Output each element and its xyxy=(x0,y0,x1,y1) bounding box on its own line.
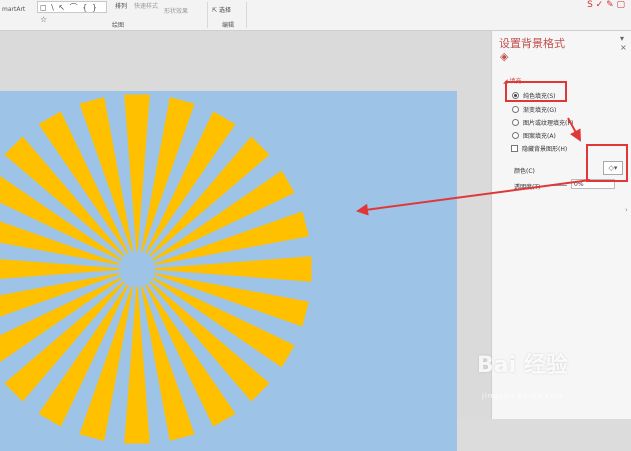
drawing-group-label: 绘图 xyxy=(112,22,125,29)
pattern-fill-label: 图案填充(A) xyxy=(523,133,556,140)
slide-workspace xyxy=(0,31,491,451)
baidu-watermark-url: jingyan.baidu.com xyxy=(482,392,564,400)
transparency-label: 透明度(T) xyxy=(514,184,541,191)
gradient-fill-option[interactable]: 渐变填充(G) xyxy=(512,105,556,114)
shapes-gallery[interactable]: ◻ \ ↖ ⌒ { } ☆ xyxy=(37,1,107,24)
highlight-solid-fill xyxy=(505,81,567,102)
hide-background-graphics-option[interactable]: 隐藏背景图形(H) xyxy=(511,144,567,153)
baidu-watermark: Bai 经验 xyxy=(477,353,568,378)
shape-effects-button[interactable]: 形状效果 xyxy=(164,6,188,15)
paint-bucket-icon[interactable]: ◈ xyxy=(500,50,508,63)
pane-menu-icon[interactable]: ▾ × xyxy=(620,34,631,52)
slide-canvas[interactable] xyxy=(0,91,457,451)
color-label: 颜色(C) xyxy=(514,168,535,175)
radio-icon xyxy=(512,119,519,126)
gradient-fill-label: 渐变填充(G) xyxy=(523,107,557,114)
sunburst-shape[interactable] xyxy=(0,91,457,451)
transparency-slider[interactable] xyxy=(547,185,567,186)
cursor-icon: ⇱ xyxy=(212,7,218,14)
checkbox-icon xyxy=(511,145,518,152)
hide-background-graphics-label: 隐藏背景图形(H) xyxy=(522,146,568,153)
quick-access-icons[interactable]: S ✓ ✎ ▢ xyxy=(587,0,625,10)
select-button[interactable]: ⇱ 选择 xyxy=(212,5,231,14)
select-label: 选择 xyxy=(218,7,231,14)
pattern-fill-option[interactable]: 图案填充(A) xyxy=(512,131,556,140)
picture-fill-option[interactable]: 图片或纹理填充(P) xyxy=(512,118,573,127)
ribbon: martArt ◻ \ ↖ ⌒ { } ☆ 排列 快速样式 形状效果 绘图 ⇱ … xyxy=(0,0,631,31)
editing-group-label: 编辑 xyxy=(222,22,235,29)
ribbon-divider xyxy=(207,2,208,28)
scrollbar-arrow-icon[interactable]: › xyxy=(625,206,628,214)
picture-fill-label: 图片或纹理填充(P) xyxy=(523,120,574,127)
quick-styles-button[interactable]: 快速样式 xyxy=(134,1,158,10)
ribbon-divider xyxy=(246,2,247,28)
highlight-color-button xyxy=(586,144,628,182)
radio-icon xyxy=(512,132,519,139)
arrange-button[interactable]: 排列 xyxy=(115,1,127,10)
radio-icon xyxy=(512,106,519,113)
smartart-label[interactable]: martArt xyxy=(2,6,25,13)
pane-title: 设置背景格式 xyxy=(499,37,565,50)
